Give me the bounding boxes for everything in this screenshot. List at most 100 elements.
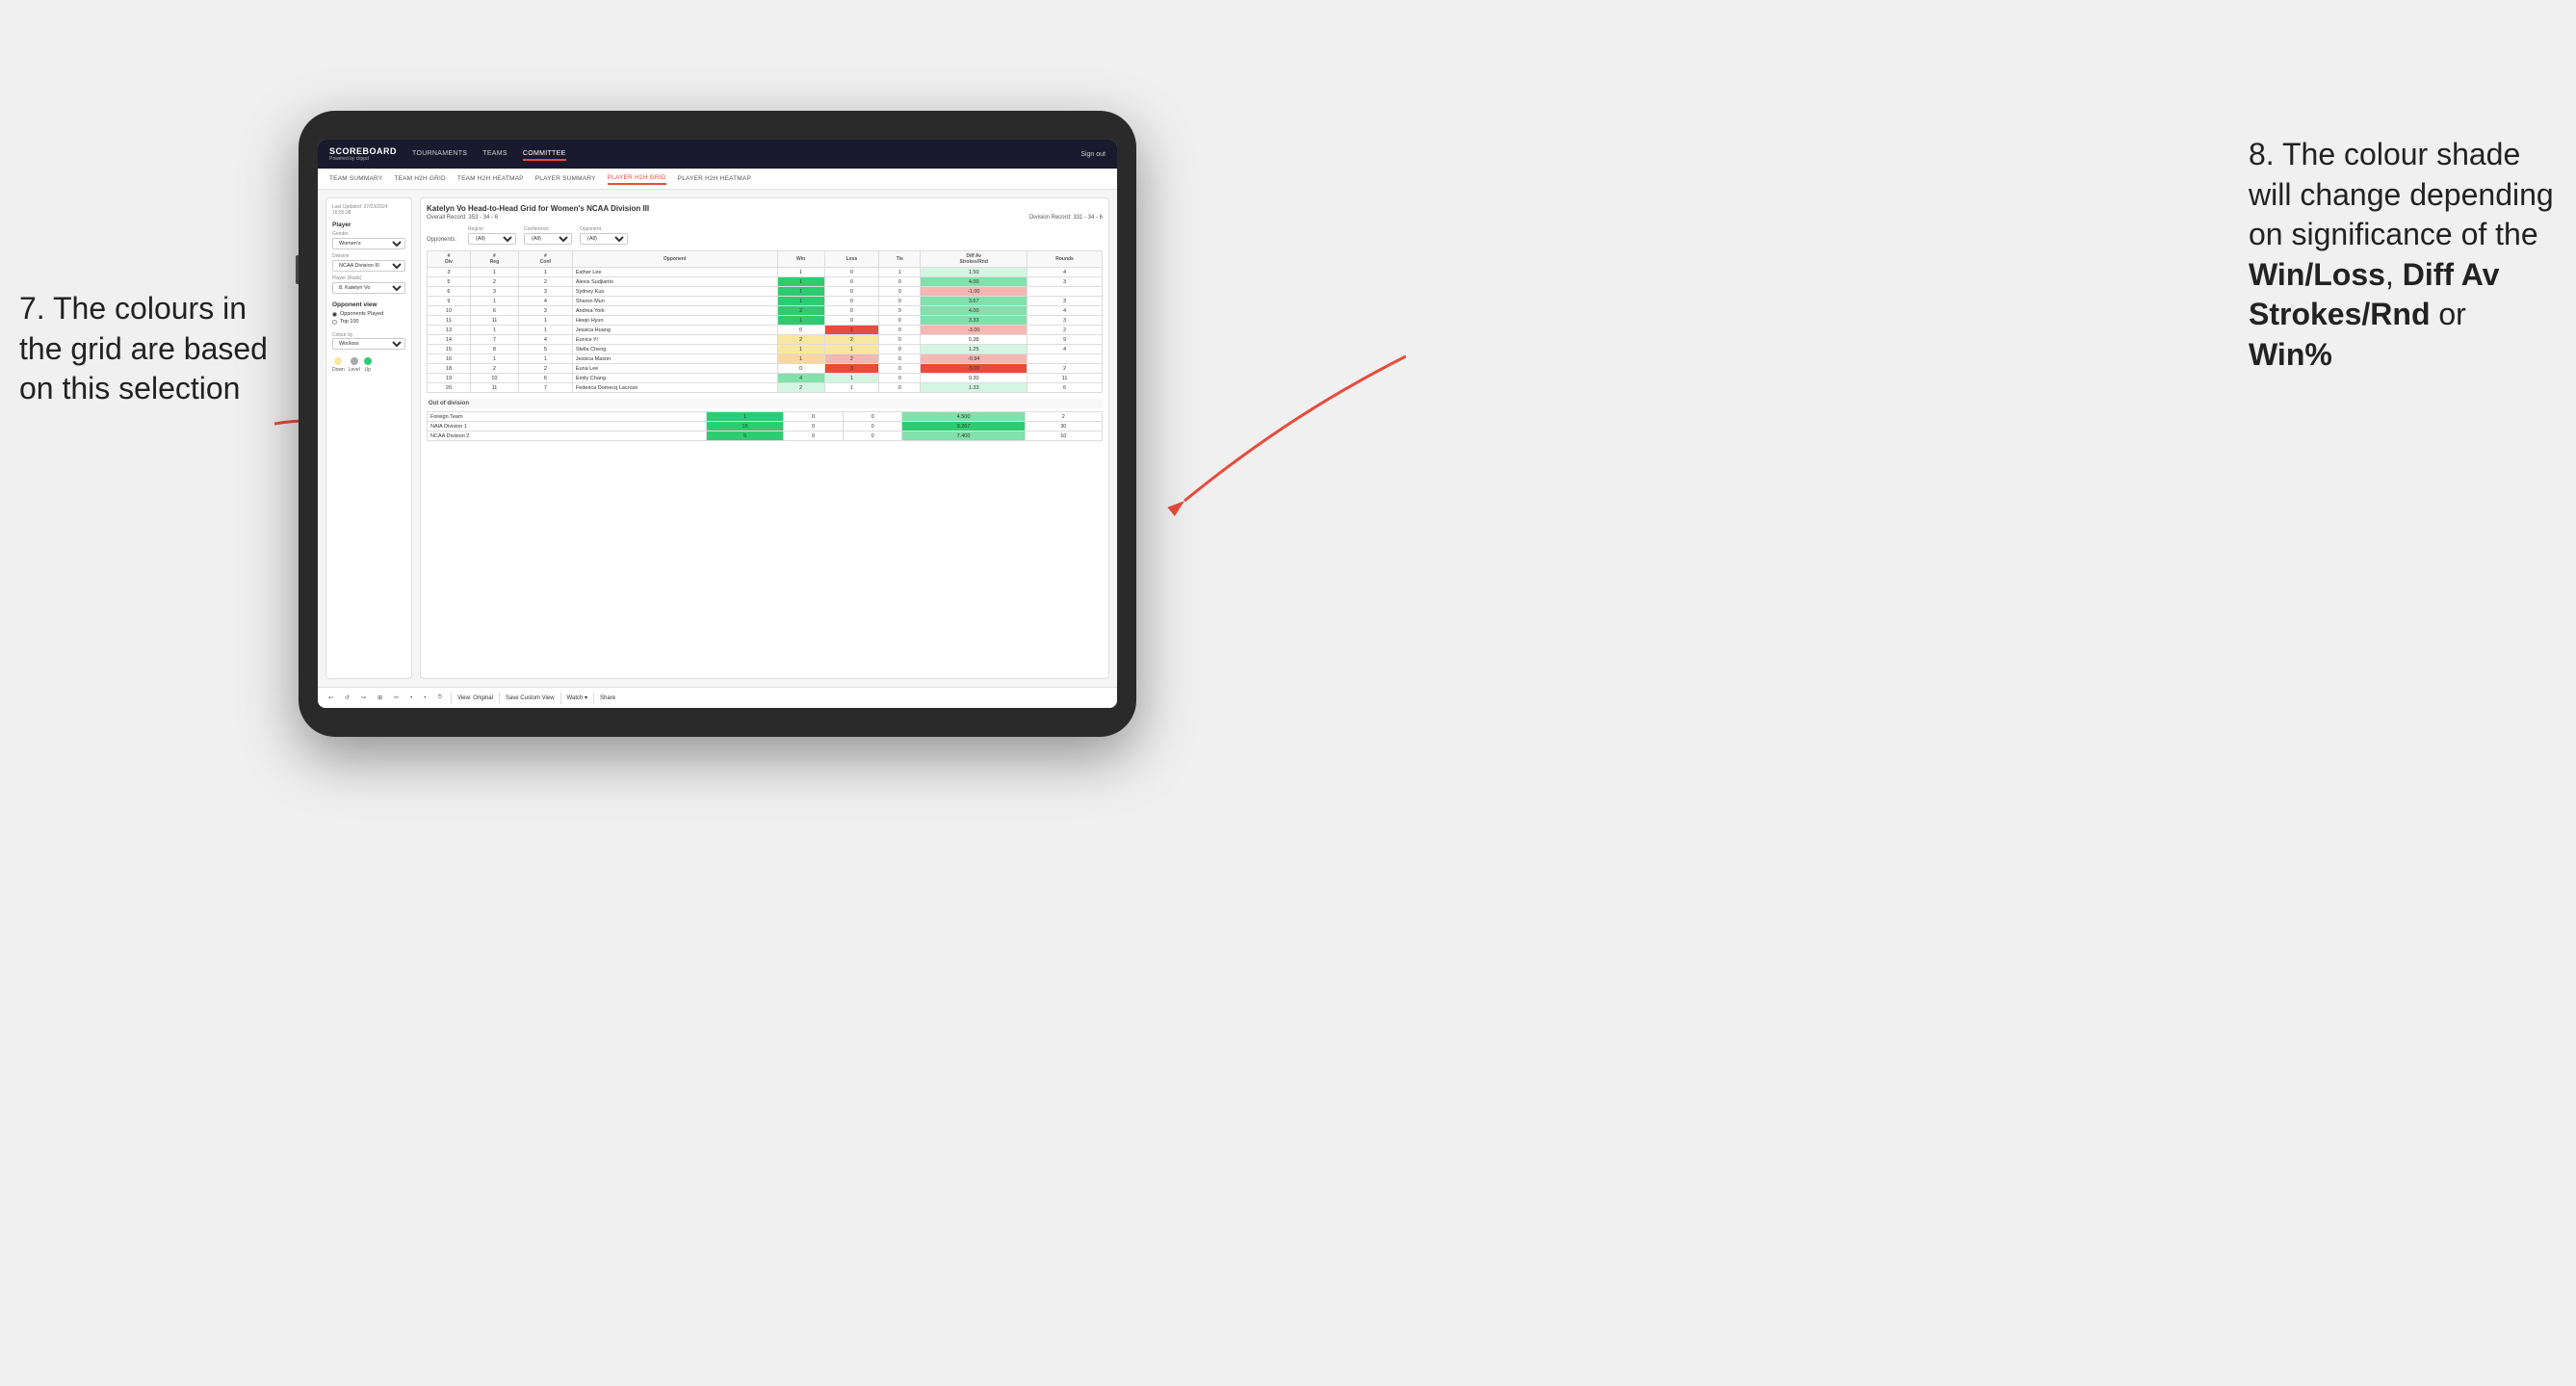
last-updated: Last Updated: 27/03/2024 16:55:38	[332, 204, 405, 216]
td-ood-diff: 7.400	[902, 431, 1025, 441]
td-tie: 0	[879, 287, 921, 297]
sub-nav-team-h2h-heatmap[interactable]: TEAM H2H HEATMAP	[457, 173, 524, 184]
player-section: Player Gender Women's Division NCAA Divi…	[332, 222, 405, 294]
td-reg: 1	[470, 326, 518, 335]
nav-sign-out[interactable]: Sign out	[1080, 151, 1106, 158]
division-filter: Division NCAA Division III	[332, 253, 405, 272]
td-reg: 6	[470, 306, 518, 316]
division-label: Division	[332, 253, 405, 259]
logo-text: SCOREBOARD	[329, 146, 397, 156]
gender-select[interactable]: Women's	[332, 238, 405, 249]
td-loss: 0	[824, 277, 879, 287]
td-diff: -3.00	[921, 326, 1028, 335]
gender-label: Gender	[332, 231, 405, 237]
overall-record-label: Overall Record:	[427, 215, 467, 221]
toolbar-dot1[interactable]: •	[407, 694, 415, 702]
sub-nav-team-h2h-grid[interactable]: TEAM H2H GRID	[394, 173, 446, 184]
td-loss: 1	[824, 345, 879, 354]
table-row: 20 11 7 Federica Domecq Lacroze 2 1 0 1.…	[428, 383, 1103, 393]
td-diff: 1.33	[921, 383, 1028, 393]
td-conf: 7	[518, 383, 572, 393]
nav-items: TOURNAMENTS TEAMS COMMITTEE	[412, 148, 1080, 161]
td-conf: 3	[518, 306, 572, 316]
sub-nav-player-h2h-heatmap[interactable]: PLAYER H2H HEATMAP	[678, 173, 751, 184]
toolbar-share[interactable]: Share	[600, 695, 615, 701]
toolbar-redo2[interactable]: ↪	[358, 693, 369, 702]
td-win: 4	[777, 374, 824, 383]
td-div: 9	[428, 297, 471, 306]
td-rounds: 6	[1028, 383, 1103, 393]
legend-level-label: Level	[349, 367, 360, 373]
legend-area: Down Level Up	[332, 357, 405, 373]
division-select[interactable]: NCAA Division III	[332, 260, 405, 272]
td-opponent: Federica Domecq Lacroze	[572, 383, 777, 393]
annotation-right-bold3: Win%	[2249, 337, 2332, 372]
td-div: 15	[428, 345, 471, 354]
td-reg: 1	[470, 354, 518, 364]
rank-filter: Player (Rank) 8. Katelyn Vo	[332, 275, 405, 294]
radio-top100[interactable]: Top 100	[332, 319, 405, 325]
toolbar-save-custom[interactable]: Save Custom View	[506, 695, 555, 701]
nav-teams[interactable]: TEAMS	[482, 148, 507, 161]
nav-right: Sign out	[1080, 151, 1106, 158]
sub-nav: TEAM SUMMARY TEAM H2H GRID TEAM H2H HEAT…	[318, 169, 1117, 190]
td-div: 11	[428, 316, 471, 326]
td-loss: 1	[824, 383, 879, 393]
main-table-body: 3 1 1 Esther Lee 1 0 1 1.50 4 5 2 2 Alex…	[428, 268, 1103, 393]
opponent-filter-select[interactable]: (All)	[580, 233, 628, 245]
radio-dot-opponents	[332, 312, 337, 317]
td-loss: 3	[824, 364, 879, 374]
td-diff: 1.50	[921, 268, 1028, 277]
radio-opponents-played[interactable]: Opponents Played	[332, 311, 405, 317]
gender-filter: Gender Women's	[332, 231, 405, 249]
toolbar-divider4	[593, 693, 594, 704]
toolbar-watch[interactable]: Watch ▾	[567, 694, 587, 701]
conference-filter-select[interactable]: (All)	[524, 233, 572, 245]
toolbar-undo[interactable]: ↩	[325, 693, 336, 702]
toolbar-dot2[interactable]: •	[421, 694, 429, 702]
annotation-left-line2: the grid are based	[19, 331, 268, 366]
td-win: 1	[777, 287, 824, 297]
td-conf: 1	[518, 354, 572, 364]
table-row: 14 7 4 Eunice Yi 2 2 0 0.38 9	[428, 335, 1103, 345]
td-rounds: 9	[1028, 335, 1103, 345]
division-record-value: 331 - 34 - 6	[1073, 215, 1103, 221]
td-opponent: Alexis Sudjianto	[572, 277, 777, 287]
toolbar-redo1[interactable]: ↺	[342, 693, 352, 702]
conference-filter-group: Conference (All)	[524, 226, 572, 245]
td-conf: 4	[518, 335, 572, 345]
td-tie: 0	[879, 297, 921, 306]
colour-by-select[interactable]: Win/loss	[332, 338, 405, 350]
td-ood-opponent: Foreign Team	[428, 412, 707, 422]
bottom-toolbar: ↩ ↺ ↪ ⊞ ✂ • • ⏱ View: Original Save Cust…	[318, 687, 1117, 708]
nav-tournaments[interactable]: TOURNAMENTS	[412, 148, 467, 161]
td-win: 1	[777, 277, 824, 287]
toolbar-clock[interactable]: ⏱	[434, 693, 445, 702]
nav-committee[interactable]: COMMITTEE	[523, 148, 566, 161]
toolbar-view-original[interactable]: View: Original	[457, 695, 493, 701]
table-row: 18 2 2 Euna Lee 0 3 0 -5.00 2	[428, 364, 1103, 374]
td-rounds	[1028, 354, 1103, 364]
td-tie: 0	[879, 345, 921, 354]
td-rounds: 4	[1028, 345, 1103, 354]
sub-nav-player-summary[interactable]: PLAYER SUMMARY	[535, 173, 596, 184]
toolbar-grid[interactable]: ⊞	[375, 693, 385, 702]
table-row: 19 10 6 Emily Chang 4 1 0 0.30 11	[428, 374, 1103, 383]
td-rounds: 3	[1028, 297, 1103, 306]
td-div: 19	[428, 374, 471, 383]
td-div: 20	[428, 383, 471, 393]
td-loss: 1	[824, 374, 879, 383]
td-opponent: Euna Lee	[572, 364, 777, 374]
td-ood-tie: 0	[843, 412, 902, 422]
sub-nav-team-summary[interactable]: TEAM SUMMARY	[329, 173, 382, 184]
td-win: 2	[777, 306, 824, 316]
td-rounds: 4	[1028, 268, 1103, 277]
th-opponent: Opponent	[572, 251, 777, 268]
toolbar-scissors[interactable]: ✂	[391, 693, 402, 702]
sub-nav-player-h2h-grid[interactable]: PLAYER H2H GRID	[608, 172, 666, 185]
rank-select[interactable]: 8. Katelyn Vo	[332, 282, 405, 294]
division-record: Division Record: 331 - 34 - 6	[1029, 215, 1103, 221]
td-reg: 2	[470, 364, 518, 374]
region-filter-select[interactable]: (All)	[468, 233, 516, 245]
logo-sub: Powered by clippd	[329, 156, 397, 162]
